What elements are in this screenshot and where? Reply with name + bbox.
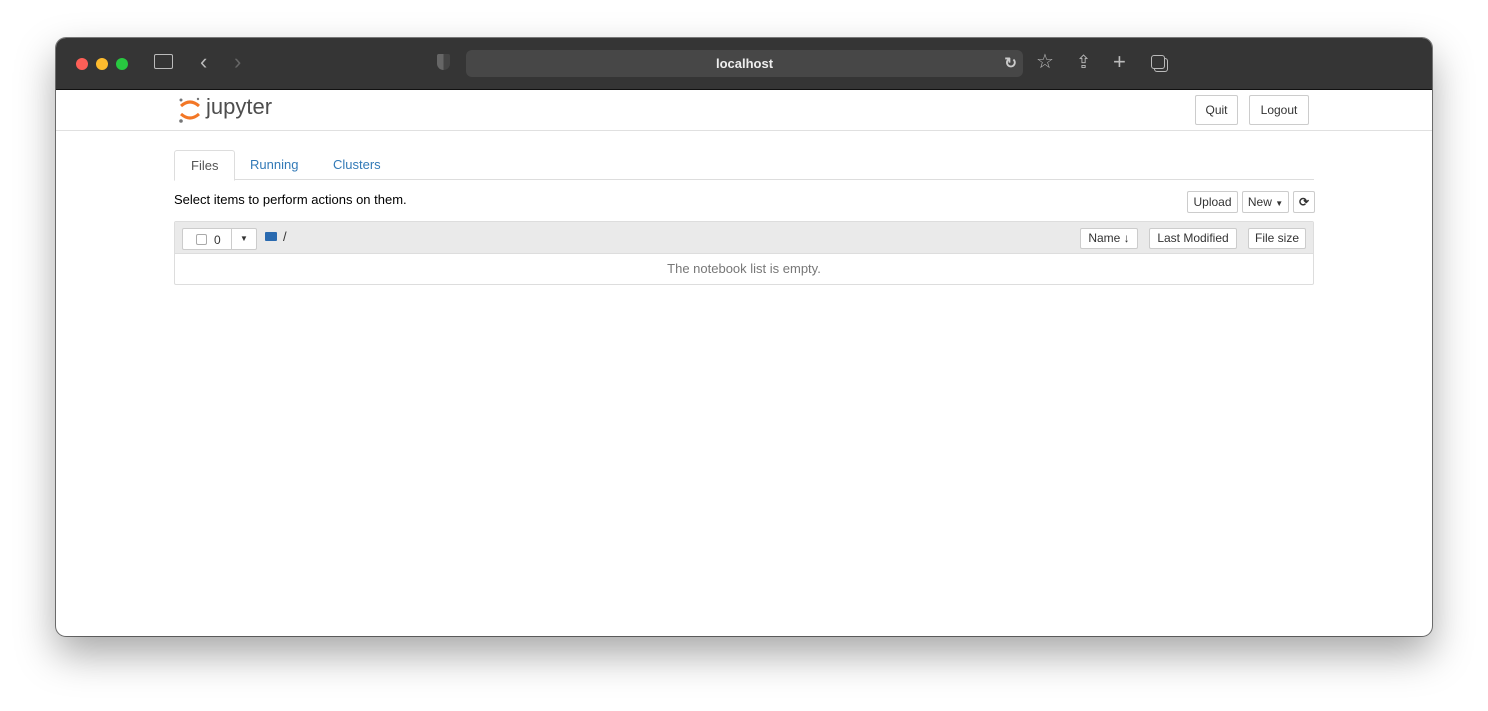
folder-icon[interactable]: [265, 232, 277, 241]
tab-files[interactable]: Files: [174, 150, 236, 181]
jupyter-logo-icon: [178, 96, 202, 124]
breadcrumb-root[interactable]: /: [283, 229, 287, 244]
tab-clusters[interactable]: Clusters: [317, 150, 397, 180]
shield-icon[interactable]: [437, 54, 450, 70]
reload-icon[interactable]: ↻: [1004, 50, 1017, 77]
header: jupyter Quit Logout: [56, 91, 1432, 131]
refresh-icon: ⟳: [1298, 195, 1310, 209]
forward-icon[interactable]: ›: [234, 51, 241, 73]
minimize-window-button[interactable]: [96, 58, 108, 70]
select-dropdown-button[interactable]: ▼: [231, 228, 257, 250]
upload-button[interactable]: Upload: [1187, 191, 1238, 213]
sort-file-size-button[interactable]: File size: [1248, 228, 1306, 249]
selected-count: 0: [214, 233, 221, 247]
select-all-checkbox[interactable]: [196, 234, 207, 245]
notebook-list: 0 ▼ / Name ↓ Last Modified File size The…: [174, 221, 1314, 285]
share-icon[interactable]: ⇪: [1076, 52, 1091, 72]
list-header: 0 ▼ / Name ↓ Last Modified File size: [175, 222, 1313, 254]
sort-last-modified-button[interactable]: Last Modified: [1149, 228, 1237, 249]
tabs-icon[interactable]: [1151, 55, 1165, 69]
caret-down-icon: ▼: [1275, 199, 1284, 208]
browser-toolbar: ‹ › localhost ↻ ☆ ⇪ +: [56, 38, 1432, 90]
sidebar-icon[interactable]: [154, 54, 173, 69]
new-tab-icon[interactable]: +: [1113, 51, 1126, 73]
quit-button[interactable]: Quit: [1195, 95, 1238, 125]
jupyter-page: jupyter Quit Logout Files Running Cluste…: [56, 91, 1432, 636]
logout-button[interactable]: Logout: [1249, 95, 1309, 125]
sort-name-button[interactable]: Name ↓: [1080, 228, 1138, 249]
tab-running[interactable]: Running: [234, 150, 314, 180]
close-window-button[interactable]: [76, 58, 88, 70]
arrow-down-icon: ↓: [1123, 231, 1130, 245]
select-all-button[interactable]: 0: [182, 228, 232, 250]
new-dropdown-button[interactable]: New ▼: [1242, 191, 1289, 213]
star-icon[interactable]: ☆: [1036, 52, 1054, 72]
browser-window: ‹ › localhost ↻ ☆ ⇪ + jupyter Quit Logout…: [56, 38, 1432, 636]
refresh-button[interactable]: ⟳: [1293, 191, 1315, 213]
url-text: localhost: [715, 56, 774, 71]
address-bar[interactable]: localhost ↻: [466, 50, 1023, 77]
back-icon[interactable]: ‹: [200, 51, 207, 73]
logo-text: jupyter: [206, 94, 273, 119]
name-label: Name: [1088, 231, 1121, 245]
caret-down-icon: ▼: [240, 234, 248, 243]
empty-message: The notebook list is empty.: [667, 261, 821, 276]
new-label: New: [1247, 195, 1272, 209]
selection-hint: Select items to perform actions on them.: [174, 192, 407, 207]
maximize-window-button[interactable]: [116, 58, 128, 70]
